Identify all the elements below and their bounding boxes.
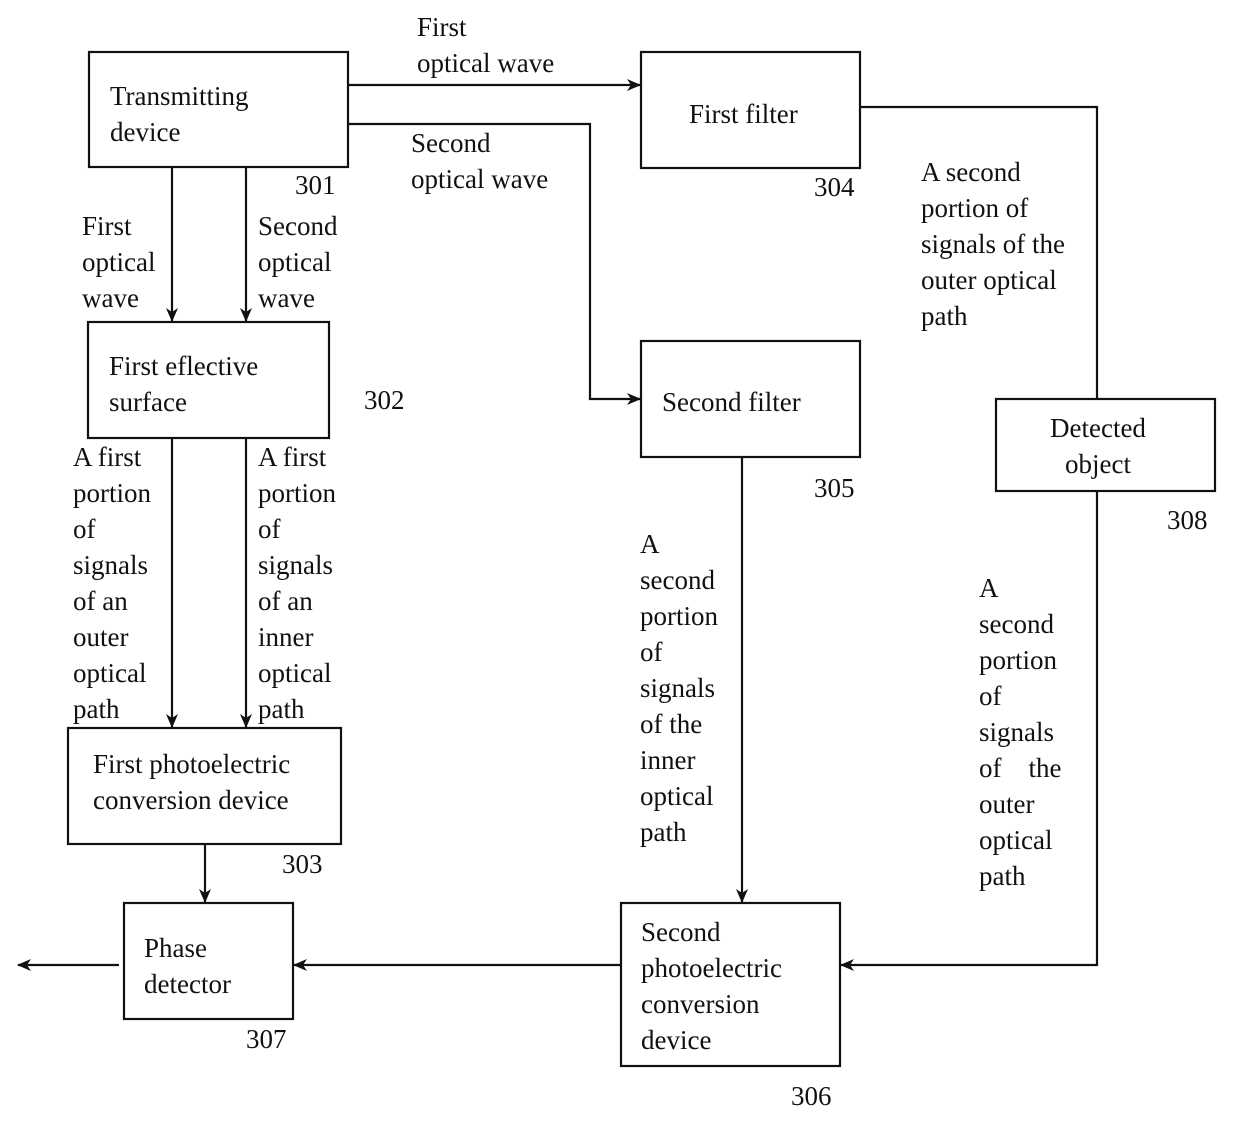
detected-object-label: Detected object bbox=[1050, 413, 1146, 479]
edge-label-second-optical-wave-down: Second optical wave bbox=[258, 211, 338, 313]
second-filter-label: Second filter bbox=[662, 387, 801, 417]
edge-label-second-portion-inner: A second portion of signals of the inner… bbox=[640, 529, 718, 847]
edge-label-second-optical-wave-right: Second optical wave bbox=[411, 128, 549, 194]
ref-302: 302 bbox=[364, 385, 405, 415]
edge-label-first-portion-outer: A first portion of signals of an outer o… bbox=[73, 442, 151, 724]
ref-303: 303 bbox=[282, 849, 323, 879]
first-reflective-surface-label: First eflective surface bbox=[109, 351, 259, 417]
edge-label-second-portion-outer-top: A second portion of signals of the outer… bbox=[921, 157, 1065, 331]
edge-label-first-optical-wave-right: First optical wave bbox=[417, 12, 555, 78]
ref-308: 308 bbox=[1167, 505, 1208, 535]
edge-label-first-optical-wave-down: First optical wave bbox=[82, 211, 156, 313]
ref-307: 307 bbox=[246, 1024, 287, 1054]
optical-ranging-block-diagram: Transmitting device 301 First eflective … bbox=[0, 0, 1240, 1129]
edge-label-second-portion-outer-bottom: A second portion of signals of the outer… bbox=[979, 573, 1062, 891]
first-photoelectric-label: First photoelectric conversion device bbox=[93, 749, 291, 815]
ref-306: 306 bbox=[791, 1081, 832, 1111]
transmitting-device-label: Transmitting device bbox=[110, 81, 249, 147]
phase-detector-label: Phase detector bbox=[144, 933, 231, 999]
ref-305: 305 bbox=[814, 473, 855, 503]
second-photoelectric-label: Second photoelectric conversion device bbox=[641, 917, 782, 1055]
ref-304: 304 bbox=[814, 172, 855, 202]
ref-301: 301 bbox=[295, 170, 336, 200]
first-filter-label: First filter bbox=[689, 99, 798, 129]
edge-label-first-portion-inner: A first portion of signals of an inner o… bbox=[258, 442, 336, 724]
